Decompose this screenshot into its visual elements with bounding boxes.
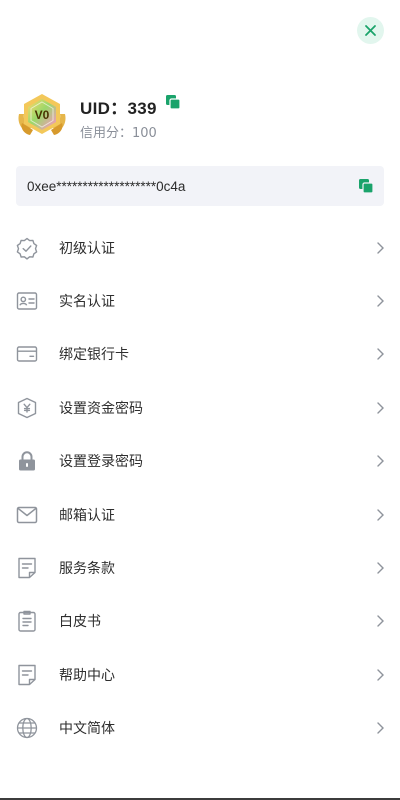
chevron-right-icon: [374, 241, 386, 255]
menu-label: 实名认证: [59, 294, 115, 311]
mail-icon: [15, 503, 39, 527]
chevron-right-icon: [374, 508, 386, 522]
menu-label: 服务条款: [59, 561, 115, 578]
level-badge: V0: [16, 92, 68, 140]
menu-label: 绑定银行卡: [59, 347, 129, 364]
document-icon: [15, 556, 39, 580]
id-card-icon: [15, 289, 39, 313]
menu-label: 设置登录密码: [59, 454, 143, 471]
uid-text: UID：339: [80, 98, 157, 118]
menu-label: 设置资金密码: [59, 400, 143, 417]
menu-label: 初级认证: [59, 240, 115, 257]
lock-icon: [15, 449, 39, 473]
menu-item-set-fund-password[interactable]: 设置资金密码: [0, 381, 400, 434]
menu-item-help-center[interactable]: 帮助中心: [0, 648, 400, 701]
menu-label: 白皮书: [59, 614, 101, 631]
account-drawer: V0 UID：339 信用分：100 0xee*****************…: [0, 0, 400, 800]
menu-item-white-paper[interactable]: 白皮书: [0, 595, 400, 648]
chevron-right-icon: [374, 401, 386, 415]
globe-icon: [15, 716, 39, 740]
uid-row: UID：339: [80, 94, 181, 118]
level-badge-text: V0: [35, 108, 50, 122]
chevron-right-icon: [374, 454, 386, 468]
chevron-right-icon: [374, 721, 386, 735]
credit-score: 信用分：100: [80, 126, 157, 141]
wallet-address: 0xee*******************0c4a: [27, 178, 186, 194]
chevron-right-icon: [374, 347, 386, 361]
menu-item-basic-verification[interactable]: 初级认证: [0, 221, 400, 274]
copy-icon: [165, 95, 181, 110]
wallet-address-box: 0xee*******************0c4a: [16, 166, 384, 206]
menu-item-real-name-verification[interactable]: 实名认证: [0, 274, 400, 327]
menu-label: 中文简体: [59, 721, 115, 738]
bank-card-icon: [15, 342, 39, 366]
chevron-right-icon: [374, 561, 386, 575]
verified-badge-icon: [15, 236, 39, 260]
chevron-right-icon: [374, 614, 386, 628]
help-document-icon: [15, 663, 39, 687]
menu-label: 邮箱认证: [59, 507, 115, 524]
address-copy-button[interactable]: [358, 178, 374, 194]
chevron-right-icon: [374, 294, 386, 308]
menu-label: 帮助中心: [59, 667, 115, 684]
copy-icon: [359, 179, 374, 194]
chevron-right-icon: [374, 668, 386, 682]
profile-header: V0 UID：339 信用分：100: [16, 88, 386, 148]
menu-item-email-verification[interactable]: 邮箱认证: [0, 488, 400, 541]
close-button[interactable]: [357, 17, 384, 44]
menu-item-language[interactable]: 中文简体: [0, 702, 400, 755]
account-menu: 初级认证 实名认证 绑定银行卡 设置资金密码 设置登录密码 邮箱认证 服务条款 …: [0, 221, 400, 755]
menu-item-set-login-password[interactable]: 设置登录密码: [0, 435, 400, 488]
uid-copy-button[interactable]: [165, 94, 181, 110]
clipboard-icon: [15, 609, 39, 633]
close-icon: [365, 25, 376, 36]
menu-item-bind-bank-card[interactable]: 绑定银行卡: [0, 328, 400, 381]
yen-shield-icon: [15, 396, 39, 420]
menu-item-terms-of-service[interactable]: 服务条款: [0, 541, 400, 594]
